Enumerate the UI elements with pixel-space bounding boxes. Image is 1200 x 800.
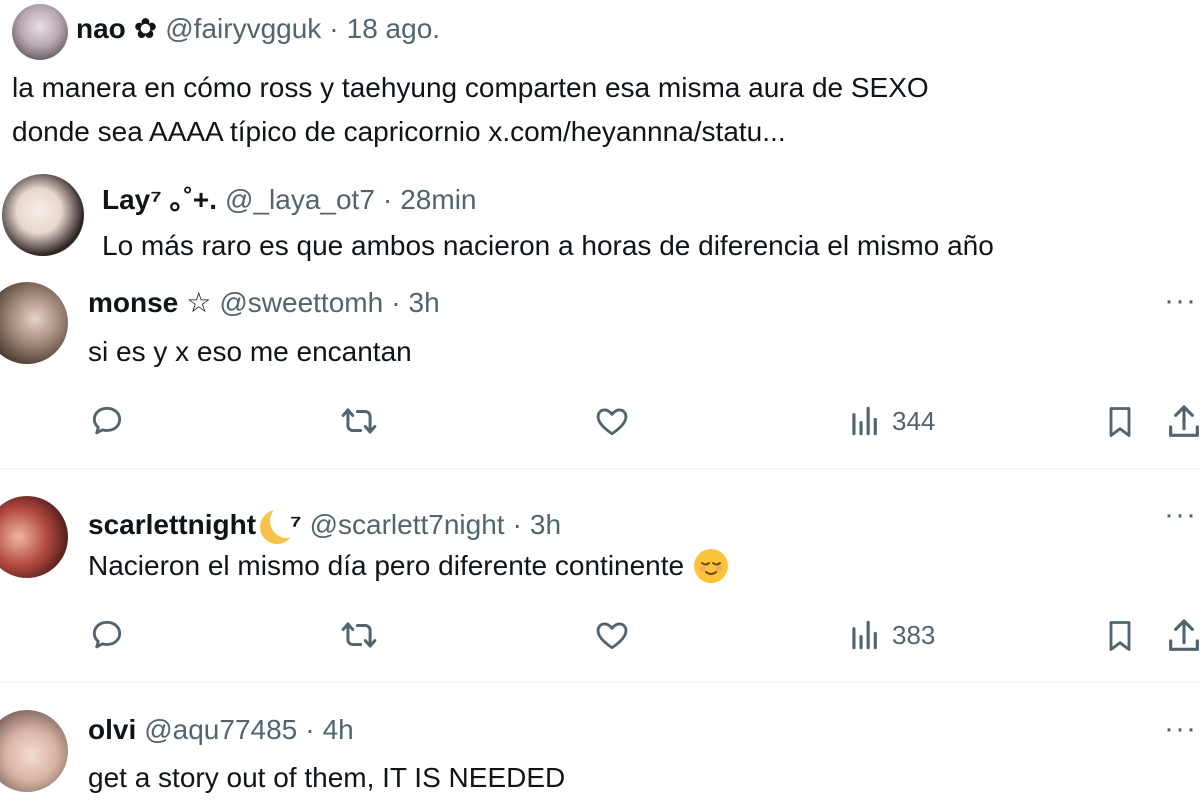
reply-icon bbox=[92, 620, 122, 649]
reply-header: olvi @aqu77485 · 4h bbox=[88, 714, 354, 746]
display-name[interactable]: Lay bbox=[102, 184, 150, 216]
quote-reply-text: Lo más raro es que ambos nacieron a hora… bbox=[102, 230, 994, 261]
relieved-emoji bbox=[694, 549, 729, 583]
handle[interactable]: @aqu77485 bbox=[144, 714, 297, 746]
like-icon bbox=[596, 622, 628, 650]
divider bbox=[0, 682, 1200, 683]
bookmark-icon bbox=[1109, 407, 1131, 437]
more-icon[interactable]: ··· bbox=[1164, 712, 1197, 746]
share-button[interactable] bbox=[1164, 402, 1200, 442]
views-count: 383 bbox=[892, 619, 936, 650]
views-icon bbox=[852, 620, 877, 650]
quoted-text-line-2: donde sea AAAA típico de capricornio x.c… bbox=[12, 116, 786, 147]
reply-icon bbox=[92, 406, 122, 435]
reply-text: Nacieron el mismo día pero diferente con… bbox=[88, 550, 685, 581]
retweet-button[interactable] bbox=[338, 616, 380, 654]
timestamp[interactable]: 3h bbox=[530, 509, 561, 541]
share-icon bbox=[1169, 619, 1199, 651]
avatar-olvi[interactable] bbox=[0, 710, 68, 792]
separator-dot: · bbox=[391, 287, 401, 318]
reply-header: monse ☆ @sweettomh · 3h bbox=[88, 286, 440, 319]
timestamp[interactable]: 18 ago. bbox=[347, 13, 440, 45]
more-icon[interactable]: ··· bbox=[1164, 284, 1197, 318]
handle[interactable]: @_laya_ot7 bbox=[225, 184, 375, 216]
retweet-icon bbox=[341, 408, 377, 434]
views-button[interactable]: 383 bbox=[846, 616, 935, 654]
avatar-lay[interactable] bbox=[2, 174, 84, 256]
separator-dot: · bbox=[329, 13, 339, 44]
views-icon bbox=[852, 406, 877, 436]
display-name[interactable]: nao bbox=[76, 13, 126, 45]
handle[interactable]: @sweettomh bbox=[219, 287, 383, 319]
timestamp[interactable]: 28min bbox=[400, 184, 476, 216]
star-badge: ☆ bbox=[186, 287, 212, 318]
quoted-text-line-1: la manera en cómo ross y taehyung compar… bbox=[12, 72, 929, 103]
quoted-header: nao ✿ @fairyvgguk · 18 ago. bbox=[76, 12, 440, 45]
more-icon[interactable]: ··· bbox=[1164, 498, 1197, 532]
timestamp[interactable]: 3h bbox=[409, 287, 440, 319]
bookmark-button[interactable] bbox=[1102, 616, 1138, 656]
divider bbox=[0, 468, 1200, 469]
separator-dot: · bbox=[305, 714, 315, 745]
like-icon bbox=[596, 408, 628, 436]
reply-text: get a story out of them, IT IS NEEDED bbox=[88, 762, 566, 793]
display-name[interactable]: monse bbox=[88, 287, 178, 319]
share-button[interactable] bbox=[1164, 616, 1200, 656]
avatar-scarlettnight[interactable] bbox=[0, 496, 68, 578]
bookmark-icon bbox=[1109, 621, 1131, 651]
separator-dot: · bbox=[382, 184, 393, 215]
reply-button[interactable] bbox=[88, 402, 126, 440]
handle[interactable]: @scarlett7night bbox=[310, 509, 505, 541]
avatar-nao[interactable] bbox=[12, 4, 68, 60]
flower-badge: ✿ bbox=[133, 13, 158, 44]
avatar-monse[interactable] bbox=[0, 282, 68, 364]
display-name[interactable]: scarlettnight bbox=[88, 509, 256, 541]
reply-header: scarlettnight ⁷ @scarlett7night · 3h bbox=[88, 500, 561, 541]
reply-button[interactable] bbox=[88, 616, 126, 654]
quote-reply-text-clip: Lo más raro es que ambos nacieron a hora… bbox=[102, 224, 1200, 268]
views-button[interactable]: 344 bbox=[846, 402, 935, 440]
name-suffix: ⁷ ｡˚+. bbox=[150, 184, 218, 215]
handle[interactable]: @fairyvgguk bbox=[165, 13, 321, 45]
quote-reply-header: Lay ⁷ ｡˚+. @_laya_ot7 · 28min bbox=[102, 178, 477, 218]
retweet-icon bbox=[341, 622, 377, 648]
bookmark-button[interactable] bbox=[1102, 402, 1138, 442]
retweet-button[interactable] bbox=[338, 402, 380, 440]
display-name[interactable]: olvi bbox=[88, 714, 136, 746]
views-count: 344 bbox=[892, 405, 936, 436]
reply-text-row: Nacieron el mismo día pero diferente con… bbox=[88, 544, 729, 588]
reply-text: si es y x eso me encantan bbox=[88, 336, 412, 367]
separator-dot: · bbox=[512, 509, 522, 540]
share-icon bbox=[1169, 405, 1199, 437]
like-button[interactable] bbox=[592, 616, 632, 654]
moon-emoji bbox=[270, 504, 304, 538]
timestamp[interactable]: 4h bbox=[323, 714, 354, 746]
like-button[interactable] bbox=[592, 402, 632, 440]
